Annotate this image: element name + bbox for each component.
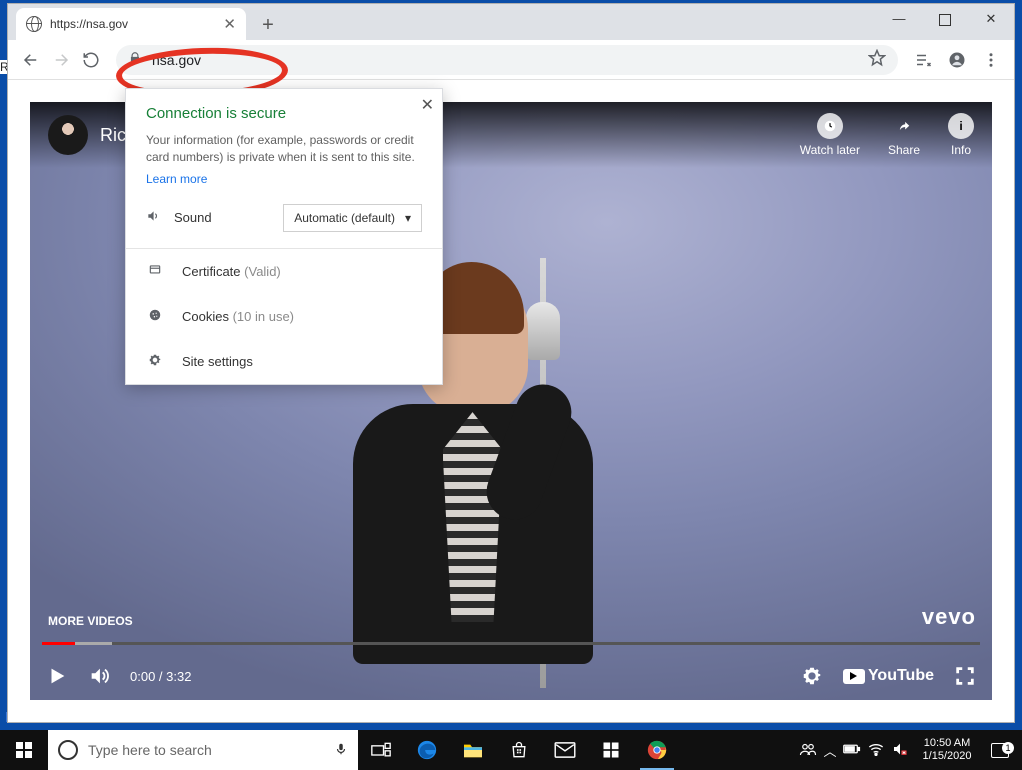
clock-icon (817, 113, 843, 139)
certificate-row[interactable]: Certificate (Valid) (126, 249, 442, 294)
address-bar[interactable]: nsa.gov (116, 45, 898, 75)
window-minimize-button[interactable]: — (876, 4, 922, 34)
lock-icon[interactable] (128, 51, 142, 68)
cookies-label: Cookies (182, 309, 229, 324)
taskbar-app-mail[interactable] (542, 730, 588, 770)
tab-strip: https://nsa.gov ✕ + — ✕ (8, 4, 1014, 40)
taskbar-pinned-apps (358, 730, 680, 770)
progress-played (42, 642, 75, 645)
cortana-circle-icon (58, 740, 78, 760)
cookie-icon (146, 308, 164, 325)
back-button[interactable] (16, 45, 46, 75)
connection-secure-title: Connection is secure (146, 105, 422, 122)
taskbar-app-security[interactable] (588, 730, 634, 770)
sound-icon (146, 209, 160, 226)
volume-button[interactable] (88, 665, 110, 687)
info-button[interactable]: i Info (948, 113, 974, 157)
taskbar-app-file-explorer[interactable] (450, 730, 496, 770)
certificate-label: Certificate (182, 264, 241, 279)
tab-title: https://nsa.gov (50, 17, 128, 31)
progress-buffered (75, 642, 113, 645)
vevo-watermark: vevo (922, 604, 976, 630)
globe-icon (26, 16, 42, 32)
start-button[interactable] (0, 730, 48, 770)
notification-count: 1 (1002, 742, 1014, 754)
site-info-popover: ✕ Connection is secure Your information … (125, 88, 443, 385)
play-button[interactable] (46, 665, 68, 687)
reading-list-icon[interactable] (908, 45, 938, 75)
window-controls: — ✕ (876, 4, 1014, 34)
info-label: Info (951, 143, 971, 157)
certificate-icon (146, 263, 164, 280)
system-tray: ︿ 10:50 AM 1/15/2020 1 (796, 730, 1022, 770)
popover-close-button[interactable]: ✕ (421, 95, 434, 115)
forward-button[interactable] (46, 45, 76, 75)
cookies-status: (10 in use) (233, 309, 294, 324)
tray-battery-icon[interactable] (840, 743, 864, 758)
new-tab-button[interactable]: + (254, 12, 282, 40)
microphone-icon[interactable] (334, 740, 348, 761)
taskbar-app-chrome[interactable] (634, 730, 680, 770)
youtube-play-icon (843, 669, 865, 684)
chevron-down-icon: ▾ (405, 211, 411, 225)
share-arrow-icon (891, 113, 917, 139)
window-close-button[interactable]: ✕ (968, 4, 1014, 34)
taskbar-search-input[interactable]: Type here to search (48, 730, 358, 770)
more-videos-button[interactable]: MORE VIDEOS (48, 614, 133, 628)
window-maximize-button[interactable] (922, 4, 968, 34)
task-view-button[interactable] (358, 730, 404, 770)
time-display: 0:00 / 3:32 (130, 669, 191, 684)
reload-button[interactable] (76, 45, 106, 75)
watch-later-label: Watch later (800, 143, 860, 157)
profile-avatar-icon[interactable] (942, 45, 972, 75)
tray-overflow-chevron-icon[interactable]: ︿ (820, 741, 840, 760)
site-settings-label: Site settings (182, 354, 253, 369)
tray-people-icon[interactable] (796, 742, 820, 759)
sound-permission-select[interactable]: Automatic (default) ▾ (283, 204, 422, 232)
taskbar-time: 10:50 AM (912, 737, 982, 750)
settings-gear-icon[interactable] (801, 665, 823, 687)
gear-icon (146, 353, 164, 370)
learn-more-link[interactable]: Learn more (146, 172, 207, 186)
watch-on-youtube-button[interactable]: YouTube (843, 667, 934, 685)
channel-avatar[interactable] (48, 115, 88, 155)
certificate-status: (Valid) (244, 264, 281, 279)
taskbar-search-placeholder: Type here to search (88, 742, 212, 758)
taskbar-app-store[interactable] (496, 730, 542, 770)
share-button[interactable]: Share (888, 113, 920, 157)
browser-toolbar: nsa.gov (8, 40, 1014, 80)
tray-wifi-icon[interactable] (864, 742, 888, 759)
browser-tab[interactable]: https://nsa.gov ✕ (16, 8, 246, 40)
connection-secure-description: Your information (for example, passwords… (146, 132, 422, 166)
bookmark-star-icon[interactable] (868, 49, 886, 70)
tray-volume-muted-icon[interactable] (888, 742, 912, 759)
url-text: nsa.gov (152, 52, 201, 68)
sound-select-value: Automatic (default) (294, 211, 395, 225)
taskbar-date: 1/15/2020 (912, 750, 982, 763)
sound-label: Sound (174, 210, 212, 225)
action-center-button[interactable]: 1 (982, 743, 1018, 758)
site-settings-row[interactable]: Site settings (126, 339, 442, 384)
fullscreen-button[interactable] (954, 665, 976, 687)
taskbar-app-edge[interactable] (404, 730, 450, 770)
windows-taskbar: Type here to search ︿ 10:50 AM 1/15/2020… (0, 730, 1022, 770)
menu-dots-icon[interactable] (976, 45, 1006, 75)
taskbar-clock[interactable]: 10:50 AM 1/15/2020 (912, 737, 982, 763)
progress-bar[interactable] (42, 642, 980, 645)
watch-later-button[interactable]: Watch later (800, 113, 860, 157)
info-icon: i (948, 113, 974, 139)
video-controls: 0:00 / 3:32 YouTube (30, 642, 992, 700)
cookies-row[interactable]: Cookies (10 in use) (126, 294, 442, 339)
tab-close-button[interactable]: ✕ (223, 15, 236, 33)
share-label: Share (888, 143, 920, 157)
